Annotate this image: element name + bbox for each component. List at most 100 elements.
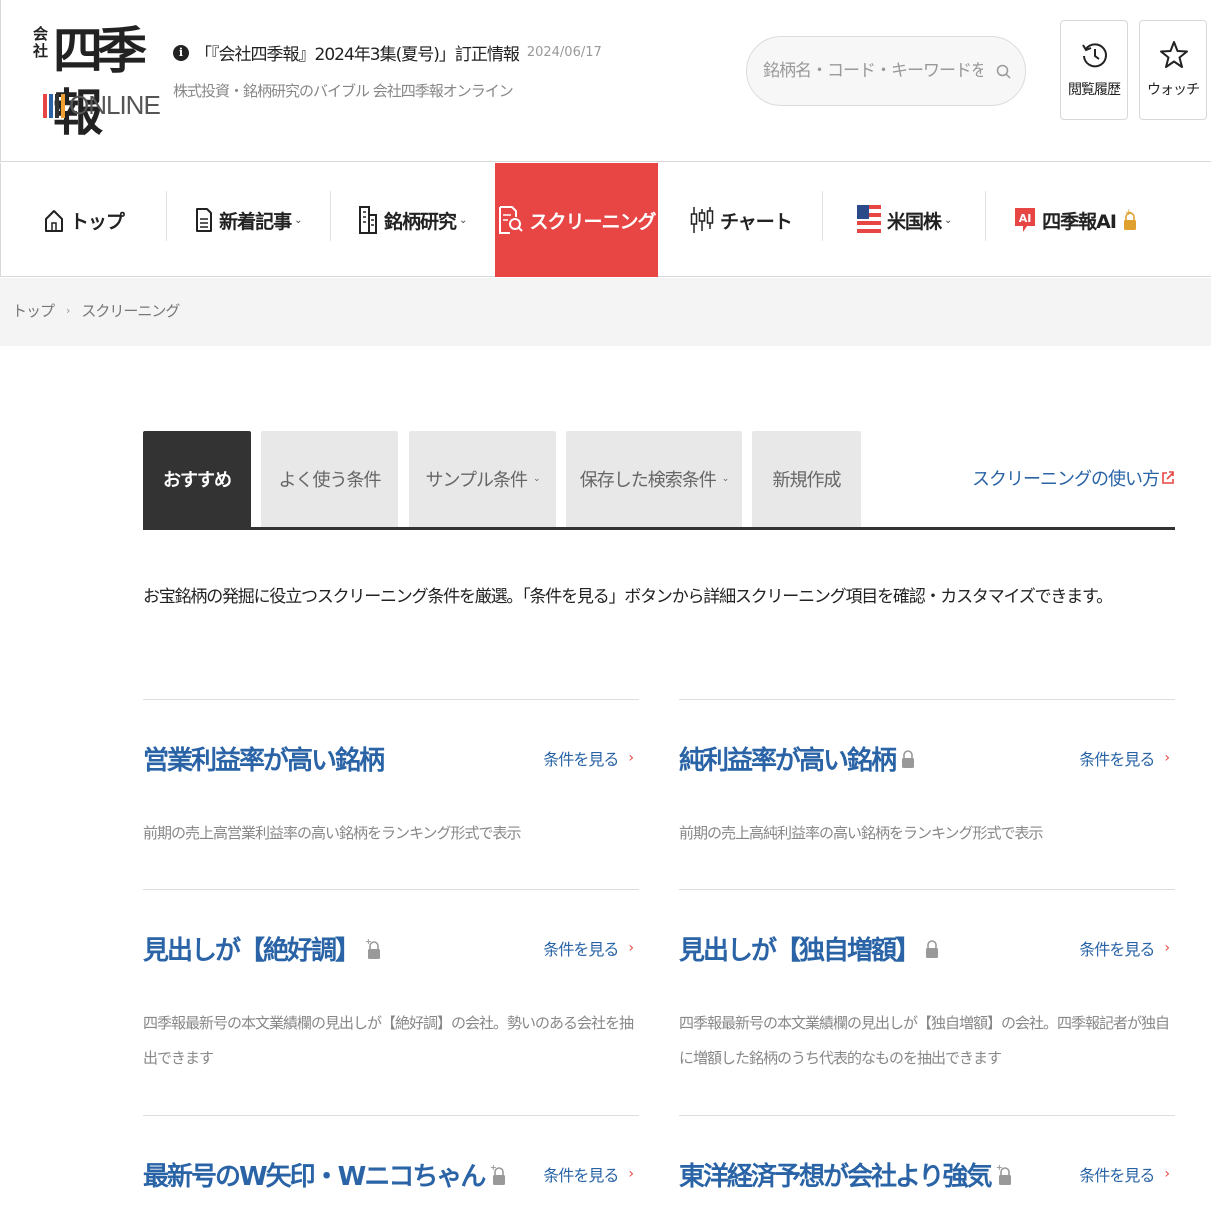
nav-item-chart[interactable]: チャート xyxy=(658,163,824,277)
lock-icon: + xyxy=(1122,207,1138,233)
correction-notice[interactable]: i 「『会社四季報』2024年3集(夏号)」訂正情報 2024/06/17 xyxy=(173,40,602,65)
search-box[interactable] xyxy=(746,36,1026,106)
howto-link[interactable]: スクリーニングの使い方 xyxy=(972,465,1175,491)
card-title[interactable]: 見出しが【独自増額】 xyxy=(679,930,939,967)
card-title[interactable]: 東洋経済予想が会社より強気 + xyxy=(679,1156,1012,1193)
tab-sample-conditions[interactable]: サンプル条件 ⌄ xyxy=(409,431,556,527)
tab-label: おすすめ xyxy=(163,470,232,491)
star-icon xyxy=(1160,41,1188,68)
link-label: 条件を見る xyxy=(543,750,619,769)
nav-item-top[interactable]: トップ xyxy=(1,163,167,277)
link-label: 条件を見る xyxy=(1079,1166,1155,1185)
nav-item-stock-research[interactable]: 銘柄研究 ⌄ xyxy=(331,163,495,277)
nav-label: トップ xyxy=(69,210,125,233)
breadcrumb-item-top[interactable]: トップ xyxy=(12,300,55,321)
view-conditions-link[interactable]: 条件を見る › xyxy=(1079,1162,1170,1186)
card-title-text: 営業利益率が高い銘柄 xyxy=(143,746,385,776)
card-description: 前期の売上高営業利益率の高い銘柄をランキング形式で表示 xyxy=(143,824,522,842)
link-label: 条件を見る xyxy=(543,940,619,959)
link-label: 条件を見る xyxy=(1079,940,1155,959)
screening-card: 東洋経済予想が会社より強気 + 条件を見る › xyxy=(679,1115,1175,1211)
card-title-text: 純利益率が高い銘柄 xyxy=(679,746,897,776)
tab-label: サンプル条件 xyxy=(425,470,527,491)
site-header: 会社 四季報 ONLINE i 「『会社四季報』2024年3集(夏号)」訂正情報… xyxy=(0,0,1211,162)
card-title-text: 見出しが【絶好調】 xyxy=(143,936,361,966)
external-link-icon xyxy=(1162,471,1174,484)
card-title-text: 見出しが【独自増額】 xyxy=(679,936,921,966)
lock-icon: + xyxy=(365,937,381,961)
search-icon[interactable] xyxy=(995,63,1013,81)
tab-recommended[interactable]: おすすめ xyxy=(143,431,251,527)
history-icon xyxy=(1082,43,1107,68)
screening-card: 純利益率が高い銘柄 条件を見る › 前期の売上高純利益率の高い銘柄をランキング形式… xyxy=(679,699,1175,889)
screening-card: 見出しが【絶好調】 + 条件を見る › 四季報最新号の本文業績欄の見出しが【絶好調… xyxy=(143,889,639,1115)
search-input[interactable] xyxy=(763,55,983,87)
nav-label: チャート xyxy=(719,210,793,233)
logo-bar xyxy=(43,94,47,118)
logo-bars xyxy=(43,94,67,118)
view-conditions-link[interactable]: 条件を見る › xyxy=(543,746,634,770)
nav-label: 四季報AI xyxy=(1042,210,1117,233)
info-icon: i xyxy=(173,44,189,61)
notice-text[interactable]: 「『会社四季報』2024年3集(夏号)」訂正情報 xyxy=(195,40,520,65)
card-title-text: 東洋経済予想が会社より強気 xyxy=(679,1162,992,1192)
screening-tabs: おすすめ よく使う条件 サンプル条件 ⌄ 保存した検索条件 ⌄ 新規作成 スクリ… xyxy=(143,431,1175,530)
history-label: 閲覧履歴 xyxy=(1068,82,1121,98)
nav-item-news[interactable]: 新着記事 ⌄ xyxy=(167,163,331,277)
lock-icon: + xyxy=(490,1163,506,1187)
card-description: 前期の売上高純利益率の高い銘柄をランキング形式で表示 xyxy=(679,824,1044,842)
chevron-right-icon: › xyxy=(628,1166,634,1182)
logo-bar xyxy=(61,94,65,118)
document-icon xyxy=(195,207,213,233)
logo-main-text: 四季報 xyxy=(53,21,147,142)
chevron-right-icon: › xyxy=(1164,940,1170,956)
tab-frequent-conditions[interactable]: よく使う条件 xyxy=(261,431,398,527)
chevron-right-icon: › xyxy=(1164,750,1170,766)
card-title[interactable]: 最新号のW矢印・Wニコちゃん + xyxy=(143,1156,506,1193)
history-button[interactable]: 閲覧履歴 xyxy=(1060,20,1128,120)
howto-label: スクリーニングの使い方 xyxy=(972,469,1160,490)
watch-button[interactable]: ウォッチ xyxy=(1139,20,1207,120)
view-conditions-link[interactable]: 条件を見る › xyxy=(1079,936,1170,960)
tab-saved-conditions[interactable]: 保存した検索条件 ⌄ xyxy=(566,431,742,527)
view-conditions-link[interactable]: 条件を見る › xyxy=(1079,746,1170,770)
screening-card: 見出しが【独自増額】 条件を見る › 四季報最新号の本文業績欄の見出しが【独自増額… xyxy=(679,889,1175,1115)
ai-icon: AI xyxy=(1014,206,1036,234)
us-flag-icon xyxy=(857,204,882,236)
view-conditions-link[interactable]: 条件を見る › xyxy=(543,936,634,960)
site-tagline: 株式投資・銘柄研究のバイブル 会社四季報オンライン xyxy=(173,82,514,100)
chevron-down-icon: ⌄ xyxy=(944,214,953,226)
candlestick-icon xyxy=(690,205,714,235)
logo-small-text: 会社 xyxy=(33,25,49,60)
tab-label: 新規作成 xyxy=(772,470,842,491)
chevron-down-icon: ⌄ xyxy=(532,474,540,484)
nav-item-shikiho-ai[interactable]: AI 四季報AI + xyxy=(986,163,1211,277)
nav-label: スクリーニング xyxy=(529,210,657,233)
breadcrumb-bar: トップ › スクリーニング xyxy=(0,278,1211,346)
card-description: 四季報最新号の本文業績欄の見出しが【独自増額】の会社。四季報記者が独自に増額した… xyxy=(679,1014,1170,1067)
site-logo[interactable]: 会社 四季報 ONLINE xyxy=(33,20,163,142)
svg-text:AI: AI xyxy=(1019,212,1032,225)
nav-item-us-stocks[interactable]: 米国株 ⌄ xyxy=(823,163,987,277)
chevron-down-icon: ⌄ xyxy=(294,214,303,226)
card-title[interactable]: 純利益率が高い銘柄 xyxy=(679,740,915,777)
logo-bar xyxy=(55,94,59,118)
view-conditions-link[interactable]: 条件を見る › xyxy=(543,1162,634,1186)
logo-online-text: ONLINE xyxy=(69,90,161,120)
logo-bar xyxy=(49,94,53,118)
screening-icon xyxy=(498,205,524,235)
card-title[interactable]: 見出しが【絶好調】 + xyxy=(143,930,381,967)
card-title-text: 最新号のW矢印・Wニコちゃん xyxy=(143,1162,486,1192)
chevron-down-icon: ⌄ xyxy=(458,214,468,226)
card-title[interactable]: 営業利益率が高い銘柄 xyxy=(143,740,385,777)
watch-label: ウォッチ xyxy=(1147,82,1200,98)
link-label: 条件を見る xyxy=(543,1166,619,1185)
tab-label: 保存した検索条件 xyxy=(579,470,717,491)
breadcrumb-separator: › xyxy=(66,304,71,317)
nav-label: 新着記事 xyxy=(219,210,292,233)
nav-label: 米国株 xyxy=(887,210,942,233)
tab-new-create[interactable]: 新規作成 xyxy=(752,431,861,527)
nav-item-screening[interactable]: スクリーニング xyxy=(494,163,659,277)
home-icon xyxy=(44,207,64,233)
lock-icon: + xyxy=(996,1163,1012,1187)
